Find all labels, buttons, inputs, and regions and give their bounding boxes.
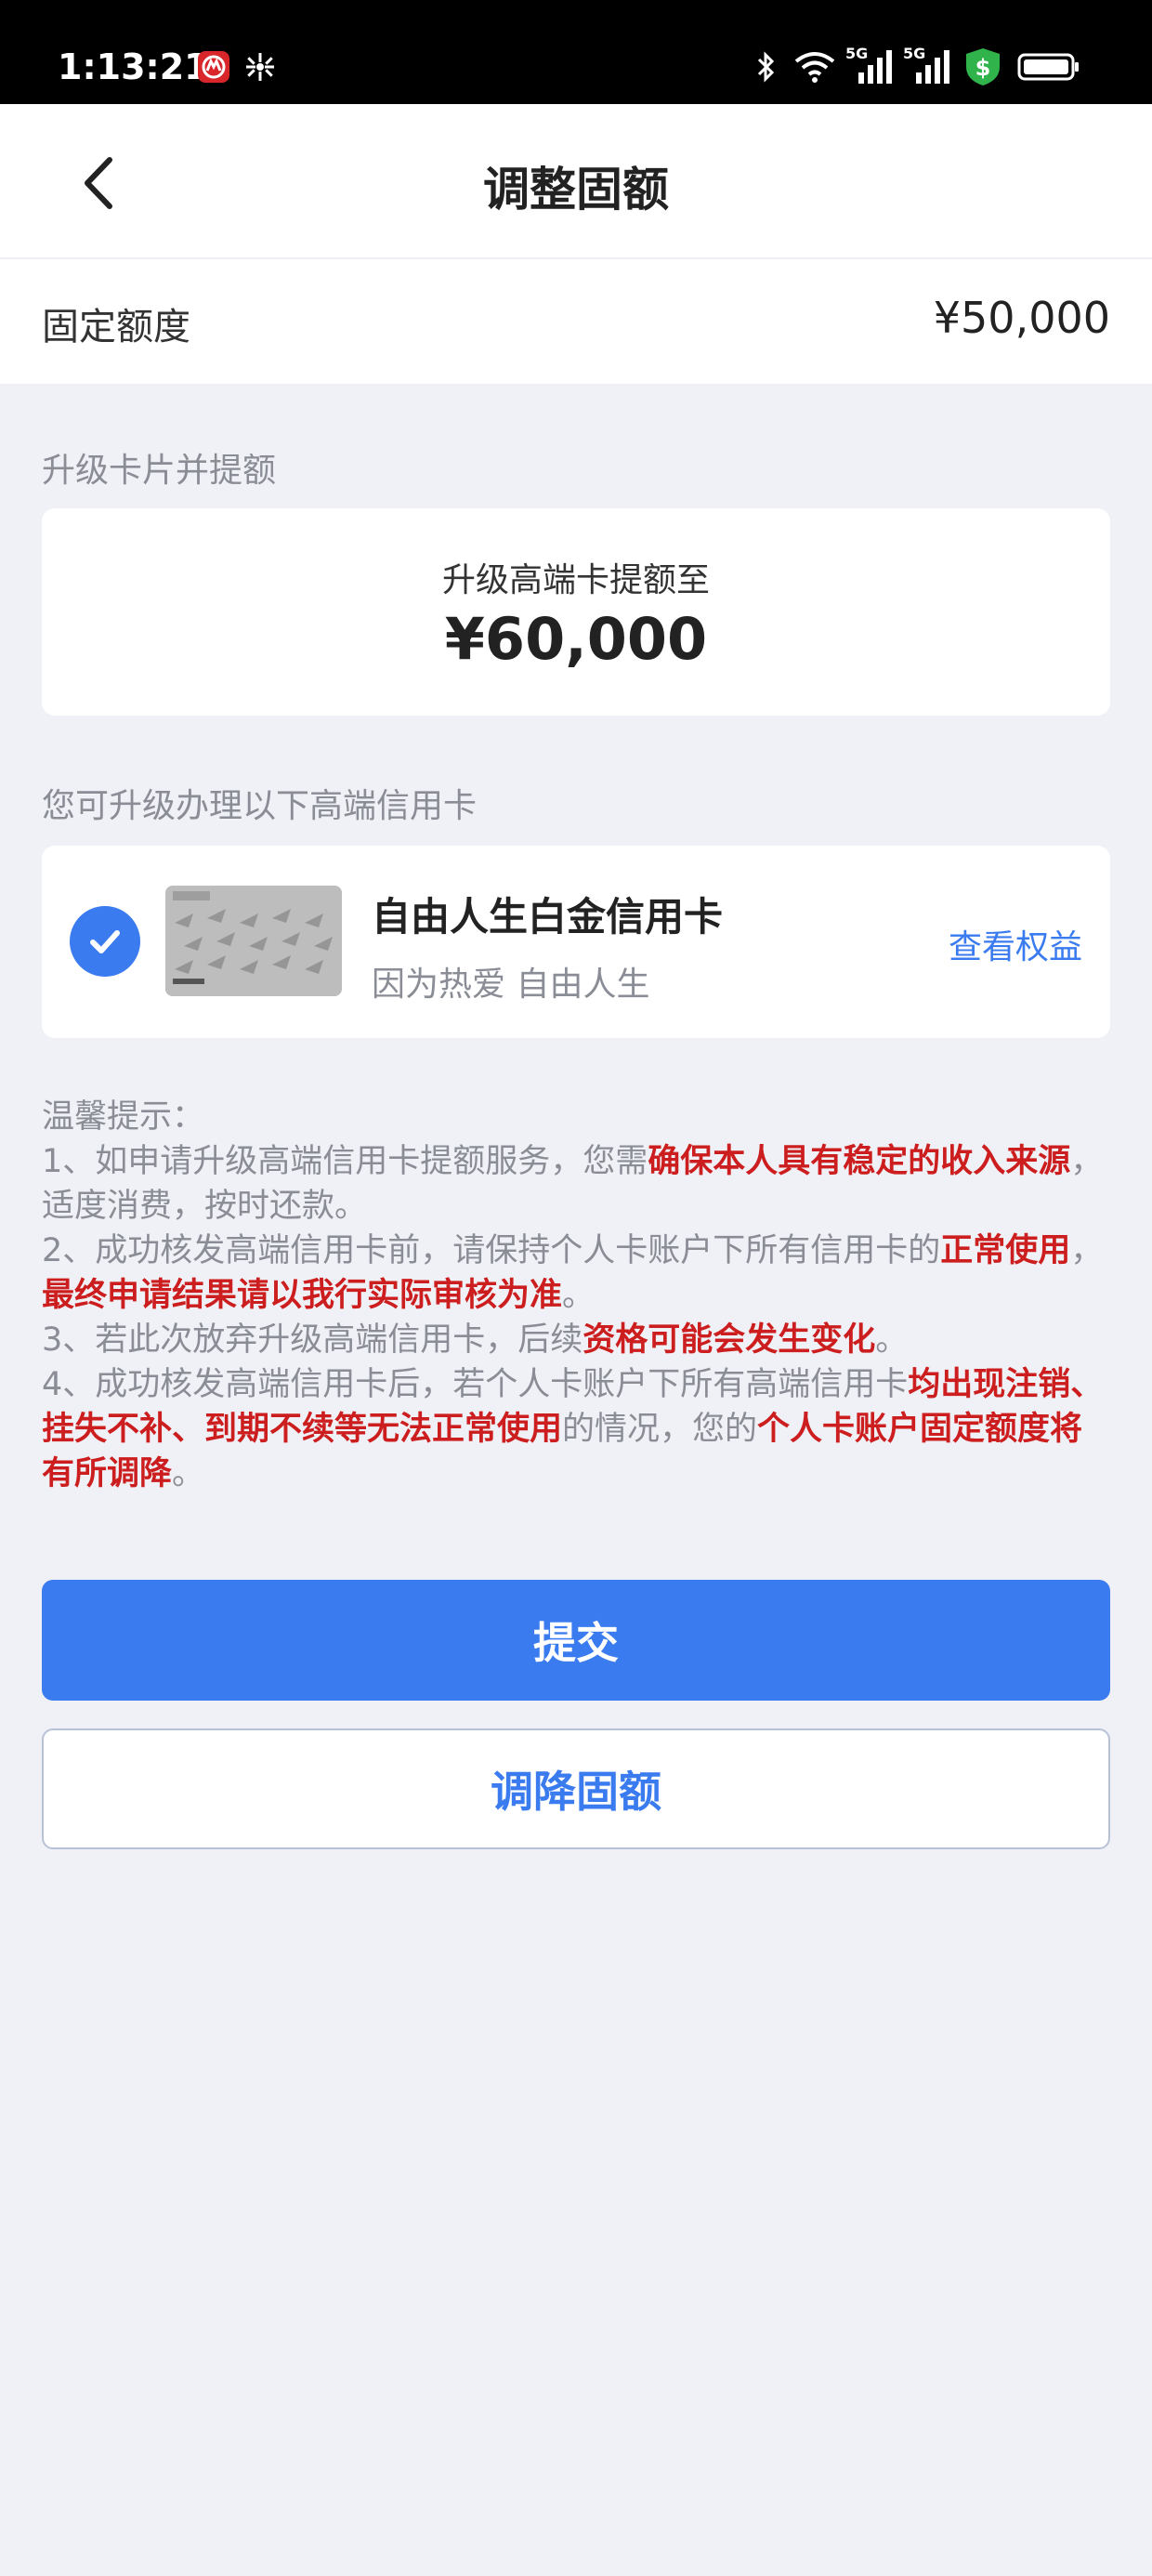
tip-highlight: 确保本人具有稳定的收入来源 [648,1143,1071,1180]
selected-checkbox[interactable] [70,906,140,977]
page-title: 调整固额 [483,163,669,217]
tip-item: 3、若此次放弃升级高端信用卡，后续资格可能会发生变化。 [42,1318,1110,1362]
lower-limit-button[interactable]: 调降固额 [42,1728,1110,1849]
tip-text: 。 [875,1321,909,1359]
upgrade-section-label: 升级卡片并提额 [42,452,277,490]
pinwheel-icon [242,48,279,85]
status-bar: 1:13:21 5G 5G $ [0,0,1152,104]
tip-text: 1、如申请升级高端信用卡提额服务，您需 [42,1143,648,1180]
card-offer-item[interactable]: 自由人生白金信用卡 因为热爱 自由人生 查看权益 [42,846,1110,1038]
tip-text: 3、若此次放弃升级高端信用卡，后续 [42,1321,583,1359]
tip-highlight: 资格可能会发生变化 [583,1321,876,1359]
tip-text: 。 [562,1277,596,1314]
tip-item: 1、如申请升级高端信用卡提额服务，您需确保本人具有稳定的收入来源，适度消费，按时… [42,1139,1110,1229]
fixed-limit-label: 固定额度 [42,306,190,348]
tip-highlight: 最终申请结果请以我行实际审核为准 [42,1277,563,1314]
tip-text: ， [1070,1232,1104,1269]
battery-icon [1016,48,1081,85]
card-slogan: 因为热爱 自由人生 [372,966,650,1004]
tip-text: 4、成功核发高端信用卡后，若个人卡账户下所有高端信用卡 [42,1366,909,1403]
network-label: 5G [845,45,869,62]
tip-highlight: 正常使用 [940,1232,1071,1269]
raise-limit-card: 升级高端卡提额至 ¥60,000 [42,508,1110,716]
view-benefits-link[interactable]: 查看权益 [949,920,1082,968]
svg-text:$: $ [975,55,991,81]
signal-5g-icon: 5G [903,45,953,85]
raise-limit-amount: ¥60,000 [444,605,708,673]
fixed-limit-value: ¥50,000 [933,293,1110,343]
credit-card-image [165,886,342,996]
card-section-label: 您可升级办理以下高端信用卡 [42,787,478,825]
submit-button[interactable]: 提交 [42,1580,1110,1701]
tips-block: 温馨提示： 1、如申请升级高端信用卡提额服务，您需确保本人具有稳定的收入来源，适… [42,1095,1110,1496]
raise-limit-subtitle: 升级高端卡提额至 [441,561,710,599]
network-label: 5G [903,45,926,62]
tip-text: 2、成功核发高端信用卡前，请保持个人卡账户下所有信用卡的 [42,1232,941,1269]
tip-item: 2、成功核发高端信用卡前，请保持个人卡账户下所有信用卡的正常使用， 最终申请结果请… [42,1229,1110,1318]
tip-item: 4、成功核发高端信用卡后，若个人卡账户下所有高端信用卡均出现注销、挂失不补、到期… [42,1362,1110,1496]
checkmark-icon [90,930,120,953]
status-time: 1:13:21 [58,46,209,87]
tip-text: 。 [172,1455,205,1492]
bluetooth-icon [751,48,782,85]
card-name: 自由人生白金信用卡 [372,894,724,940]
nav-bar: 调整固额 [0,104,1152,258]
shield-dollar-icon: $ [962,48,1003,85]
tips-title: 温馨提示： [42,1098,205,1136]
fixed-limit-row: 固定额度 ¥50,000 [0,259,1152,384]
tip-text: 的情况，您的 [562,1411,758,1448]
china-merchants-bank-icon [195,48,232,85]
signal-5g-icon: 5G [845,45,896,85]
wifi-icon [792,48,838,85]
